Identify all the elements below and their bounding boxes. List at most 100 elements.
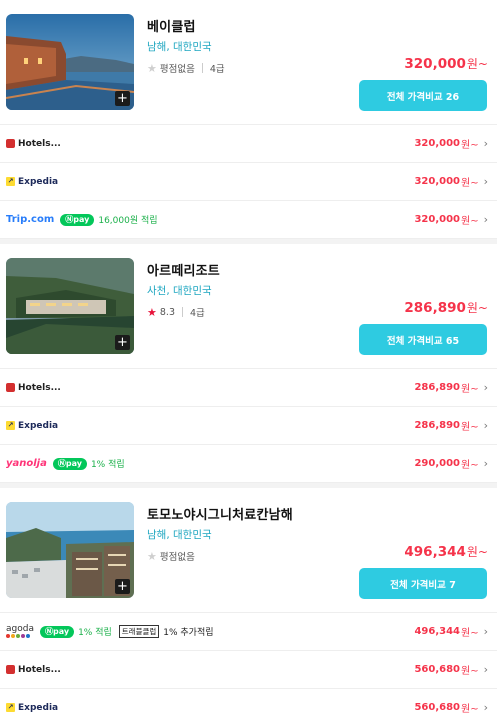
hotel-card-bayclub[interactable]: + 베이클럽 남해, 대한민국 ★ 평점없음 4급 320,000원~ 전체 가… xyxy=(0,0,497,124)
rating-text: 평점없음 xyxy=(159,552,195,563)
offer-row[interactable]: ↗ Expedia 286,890 원~ › xyxy=(0,406,497,444)
price-unit: 원~ xyxy=(466,301,488,315)
npay-label: pay xyxy=(73,214,90,224)
star-icon: ★ xyxy=(147,61,157,75)
offer-row[interactable]: yanolja Ⓝpay 1% 적립 290,000 원~ › xyxy=(0,444,497,482)
offer-row[interactable]: agoda Ⓝpay 1% 적립 트래블클럽 1% 추가적립 496,344 원~… xyxy=(0,612,497,650)
expedia-logo-icon: ↗ xyxy=(6,177,15,186)
offer-price-unit: 원~ xyxy=(461,460,479,471)
npay-badge: Ⓝpay xyxy=(52,457,87,470)
offer-price-unit: 원~ xyxy=(461,704,479,715)
expedia-logo-icon: ↗ xyxy=(6,421,15,430)
site-name: Hotels... xyxy=(18,664,61,675)
price-value: 320,000 xyxy=(404,56,466,72)
promo-text: 16,000원 적립 xyxy=(98,216,158,226)
hotels-logo-icon xyxy=(6,139,15,148)
rating-score: 8.3 xyxy=(159,306,175,318)
offer-row[interactable]: Trip.com Ⓝpay 16,000원 적립 320,000 원~ › xyxy=(0,200,497,238)
offer-price: 320,000 원~ › xyxy=(414,201,488,238)
hotel-thumbnail[interactable]: + xyxy=(6,14,134,110)
offer-price-unit: 원~ xyxy=(461,140,479,151)
offer-row[interactable]: Hotels... 560,680 원~ › xyxy=(0,650,497,688)
offer-price-value: 560,680 xyxy=(414,664,460,675)
site-name: Expedia xyxy=(18,176,59,187)
offer-price: 560,680 원~ › xyxy=(414,651,488,688)
agoda-logo: agoda xyxy=(6,625,34,638)
hotel-name[interactable]: 아르떼리조트 xyxy=(147,260,220,279)
divider xyxy=(181,307,183,317)
price-value: 286,890 xyxy=(404,300,466,316)
hotel-price: 320,000원~ xyxy=(404,55,488,72)
offer-price-value: 286,890 xyxy=(414,420,460,431)
hotels-com-logo: Hotels... xyxy=(6,139,61,149)
site-name: Hotels... xyxy=(18,138,61,149)
hotels-com-logo: Hotels... xyxy=(6,383,61,393)
yanolja-logo: yanolja xyxy=(6,458,47,469)
expedia-logo-icon: ↗ xyxy=(6,703,15,712)
hotel-rating: ★ 8.3 4급 xyxy=(147,305,205,320)
hotel-location: 남해, 대한민국 xyxy=(147,41,212,53)
hotel-rating: ★ 평점없음 4급 xyxy=(147,61,225,76)
chevron-right-icon: › xyxy=(483,625,488,638)
site-name: Hotels... xyxy=(18,382,61,393)
npay-label: pay xyxy=(52,626,70,636)
chevron-right-icon: › xyxy=(483,175,488,188)
offer-price-value: 320,000 xyxy=(414,138,460,149)
chevron-right-icon: › xyxy=(483,137,488,150)
site-name: Expedia xyxy=(18,702,59,713)
hotel-grade: 4급 xyxy=(189,308,205,319)
offer-price-unit: 원~ xyxy=(461,178,479,189)
promo-text: 1% 적립 xyxy=(78,628,112,638)
agoda-dots-icon xyxy=(6,634,34,638)
hotel-grade: 4급 xyxy=(209,64,225,75)
hotel-name[interactable]: 토모노야시그니처료칸남해 xyxy=(147,504,293,523)
hotels-logo-icon xyxy=(6,383,15,392)
add-icon[interactable]: + xyxy=(115,335,130,350)
price-unit: 원~ xyxy=(466,545,488,559)
hotel-card-tomonoya[interactable]: + 토모노야시그니처료칸남해 남해, 대한민국 ★ 평점없음 496,344원~… xyxy=(0,488,497,612)
expedia-logo: ↗ Expedia xyxy=(6,177,58,187)
hotel-rating: ★ 평점없음 xyxy=(147,549,195,564)
trip-com-logo: Trip.com xyxy=(6,214,55,225)
chevron-right-icon: › xyxy=(483,457,488,470)
promo-text: 1% 적립 xyxy=(90,460,125,470)
offer-row[interactable]: Hotels... 320,000 원~ › xyxy=(0,124,497,162)
travel-club-badge: 트래블클럽 xyxy=(118,625,160,638)
hotel-thumbnail[interactable]: + xyxy=(6,258,134,354)
offer-price: 560,680 원~ › xyxy=(414,689,488,726)
price-value: 496,344 xyxy=(404,544,466,560)
offer-row[interactable]: Hotels... 286,890 원~ › xyxy=(0,368,497,406)
hotel-name[interactable]: 베이클럽 xyxy=(147,16,196,35)
compare-all-button[interactable]: 전체 가격비교 65 xyxy=(359,324,487,355)
chevron-right-icon: › xyxy=(483,701,488,714)
offer-price-unit: 원~ xyxy=(461,666,479,677)
offer-price-unit: 원~ xyxy=(461,384,479,395)
offer-row[interactable]: ↗ Expedia 320,000 원~ › xyxy=(0,162,497,200)
hotel-location: 남해, 대한민국 xyxy=(147,529,212,541)
expedia-logo: ↗ Expedia xyxy=(6,421,58,431)
offer-price: 320,000 원~ › xyxy=(414,163,488,200)
add-icon[interactable]: + xyxy=(115,579,130,594)
star-icon: ★ xyxy=(147,305,157,319)
rating-text: 평점없음 xyxy=(159,64,195,75)
offer-price-value: 320,000 xyxy=(414,214,460,225)
offer-price-value: 560,680 xyxy=(414,702,460,713)
hotel-card-arte-resort[interactable]: + 아르떼리조트 사천, 대한민국 ★ 8.3 4급 286,890원~ 전체 … xyxy=(0,244,497,368)
hotels-logo-icon xyxy=(6,665,15,674)
chevron-right-icon: › xyxy=(483,213,488,226)
divider xyxy=(201,63,203,73)
offer-price: 320,000 원~ › xyxy=(414,125,488,162)
offer-row[interactable]: ↗ Expedia 560,680 원~ › xyxy=(0,688,497,726)
hotel-price: 286,890원~ xyxy=(404,299,488,316)
hotels-com-logo: Hotels... xyxy=(6,665,61,675)
offer-price-value: 496,344 xyxy=(414,626,460,637)
offer-price: 290,000 원~ › xyxy=(414,445,488,482)
offer-price: 286,890 원~ › xyxy=(414,407,488,444)
hotel-location: 사천, 대한민국 xyxy=(147,285,212,297)
compare-all-button[interactable]: 전체 가격비교 7 xyxy=(359,568,487,599)
offer-price-value: 286,890 xyxy=(414,382,460,393)
compare-all-button[interactable]: 전체 가격비교 26 xyxy=(359,80,487,111)
add-icon[interactable]: + xyxy=(115,91,130,106)
price-unit: 원~ xyxy=(466,57,488,71)
hotel-thumbnail[interactable]: + xyxy=(6,502,134,598)
